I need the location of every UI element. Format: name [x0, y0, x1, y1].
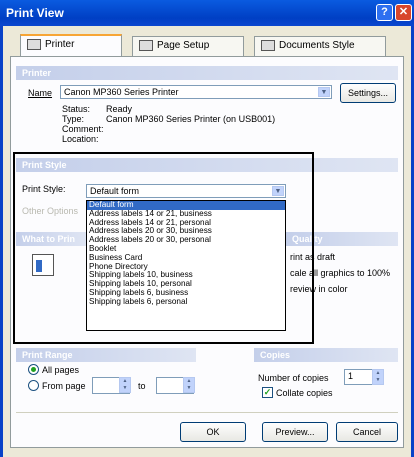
all-pages-radio[interactable] [28, 364, 39, 375]
number-of-copies-label: Number of copies [258, 373, 329, 383]
location-label: Location: [62, 134, 99, 144]
preview-button[interactable]: Preview... [262, 422, 328, 442]
type-value: Canon MP360 Series Printer (on USB001) [106, 114, 276, 124]
from-page-label: From page [42, 381, 86, 391]
to-page-spinner[interactable]: ▲ ▼ [183, 377, 195, 393]
tab-page-setup-label: Page Setup [157, 40, 210, 52]
printer-section-header: Printer [16, 66, 398, 80]
printer-name-value: Canon MP360 Series Printer [64, 87, 179, 97]
cancel-button[interactable]: Cancel [336, 422, 398, 442]
tab-printer-label: Printer [45, 39, 75, 51]
collate-copies-label: Collate copies [276, 388, 333, 398]
page-setup-icon [139, 40, 153, 51]
documents-style-icon [261, 40, 275, 51]
name-label: Name [28, 88, 53, 98]
all-pages-label: All pages [42, 365, 80, 375]
printer-name-dropdown[interactable]: Canon MP360 Series Printer ▼ [60, 85, 332, 99]
tab-strip: Printer Page Setup Documents Style [10, 34, 404, 57]
window-title: Print View [6, 6, 64, 20]
tab-printer[interactable]: Printer [20, 34, 122, 57]
help-button[interactable]: ? [376, 4, 393, 21]
tab-documents-style-label: Documents Style [279, 40, 355, 52]
from-page-radio[interactable] [28, 380, 39, 391]
tab-page-setup[interactable]: Page Setup [132, 36, 244, 56]
highlight-frame [13, 152, 314, 344]
copies-section-header: Copies [254, 348, 398, 362]
title-bar: Print View ? ✕ [0, 0, 414, 26]
chevron-down-icon: ▼ [318, 87, 330, 97]
type-label: Type: [62, 114, 85, 124]
number-of-copies-value: 1 [348, 371, 354, 381]
to-label: to [138, 381, 146, 391]
ok-button[interactable]: OK [180, 422, 246, 442]
print-range-section-header: Print Range [16, 348, 196, 362]
collate-copies-checkbox[interactable]: ✓ [262, 387, 273, 398]
tab-documents-style[interactable]: Documents Style [254, 36, 386, 56]
copies-spinner[interactable]: ▲ ▼ [372, 369, 384, 385]
status-label: Status: [62, 104, 91, 114]
close-button[interactable]: ✕ [395, 4, 412, 21]
comment-label: Comment: [62, 124, 104, 134]
from-page-spinner[interactable]: ▲ ▼ [119, 377, 131, 393]
printer-icon [27, 39, 41, 50]
settings-button[interactable]: Settings... [340, 83, 396, 103]
footer-divider [16, 412, 398, 413]
status-value: Ready [106, 104, 133, 114]
